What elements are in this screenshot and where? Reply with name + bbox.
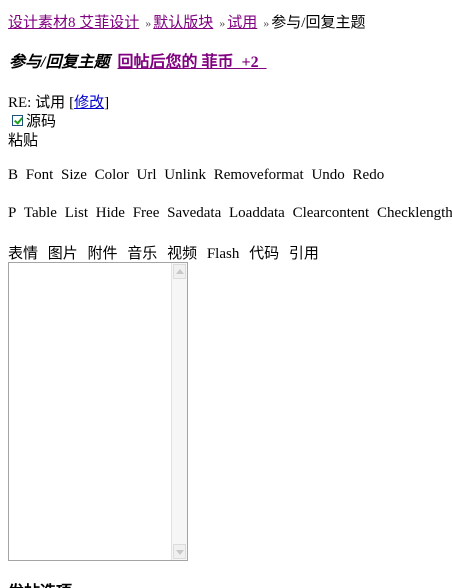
free-button[interactable]: Free	[133, 205, 160, 221]
scroll-down-icon[interactable]	[173, 544, 186, 559]
video-button[interactable]: 视频	[167, 246, 197, 262]
source-mode-label: 源码	[26, 114, 57, 130]
size-button[interactable]: Size	[61, 167, 87, 183]
breadcrumb: 设计素材8 艾菲设计» 默认版块» 试用» 参与/回复主题	[8, 11, 365, 32]
table-button[interactable]: Table	[24, 205, 57, 221]
page-title: 参与/回复主题 回帖后您的 菲币 +2	[9, 48, 267, 72]
undo-button[interactable]: Undo	[311, 167, 344, 183]
editor-toolbar-insert: 表情 图片 附件 音乐 视频 Flash 代码 引用	[8, 242, 325, 263]
url-button[interactable]: Url	[137, 167, 157, 183]
breadcrumb-separator: »	[145, 16, 152, 30]
reward-link[interactable]: 回帖后您的 菲币 +2	[117, 54, 266, 71]
subject-text: RE: 试用	[8, 95, 66, 111]
post-options-heading: 发帖选项	[8, 578, 72, 588]
unlink-button[interactable]: Unlink	[164, 167, 206, 183]
removeformat-button[interactable]: Removeformat	[214, 167, 304, 183]
color-button[interactable]: Color	[95, 167, 129, 183]
edit-bracket-close: ]	[104, 95, 110, 111]
reward-label: 回帖后您的 菲币	[117, 54, 234, 71]
savedata-button[interactable]: Savedata	[167, 205, 221, 221]
reward-value: +2	[241, 54, 259, 71]
scroll-up-icon[interactable]	[173, 264, 186, 279]
editor-toolbar-structure: P Table List Hide Free Savedata Loaddata…	[8, 205, 452, 222]
clearcontent-button[interactable]: Clearcontent	[293, 205, 370, 221]
font-button[interactable]: Font	[26, 167, 54, 183]
breadcrumb-separator: »	[219, 16, 226, 30]
subject-edit-wrap: [修改]	[69, 95, 109, 111]
paste-button[interactable]: 粘贴	[8, 129, 38, 150]
breadcrumb-thread-link[interactable]: 试用	[227, 15, 257, 31]
attachment-button[interactable]: 附件	[88, 246, 118, 262]
music-button[interactable]: 音乐	[127, 246, 157, 262]
loaddata-button[interactable]: Loaddata	[229, 205, 285, 221]
message-textarea[interactable]	[8, 262, 188, 561]
image-button[interactable]: 图片	[48, 246, 78, 262]
paragraph-button[interactable]: P	[8, 205, 16, 221]
breadcrumb-site-link[interactable]: 设计素材8 艾菲设计	[8, 15, 139, 31]
source-mode-checkbox[interactable]	[12, 115, 23, 126]
edit-subject-link[interactable]: 修改	[74, 95, 104, 111]
textarea-scrollbar[interactable]	[171, 263, 187, 560]
breadcrumb-current: 参与/回复主题	[271, 15, 366, 31]
flash-button[interactable]: Flash	[207, 246, 240, 262]
emoticon-button[interactable]: 表情	[8, 246, 38, 262]
editor-toolbar-format: B Font Size Color Url Unlink Removeforma…	[8, 167, 388, 184]
breadcrumb-forum-link[interactable]: 默认版块	[153, 15, 213, 31]
bold-button[interactable]: B	[8, 167, 18, 183]
breadcrumb-separator: »	[263, 16, 270, 30]
list-button[interactable]: List	[65, 205, 88, 221]
hide-button[interactable]: Hide	[96, 205, 125, 221]
quote-button[interactable]: 引用	[289, 246, 319, 262]
post-mode-title: 参与/回复主题	[9, 54, 110, 71]
redo-button[interactable]: Redo	[353, 167, 385, 183]
checklength-button[interactable]: Checklength	[377, 205, 452, 221]
subject-line: RE: 试用 [修改]	[8, 91, 109, 112]
source-mode-toggle[interactable]: 源码	[12, 110, 56, 131]
code-button[interactable]: 代码	[249, 246, 279, 262]
